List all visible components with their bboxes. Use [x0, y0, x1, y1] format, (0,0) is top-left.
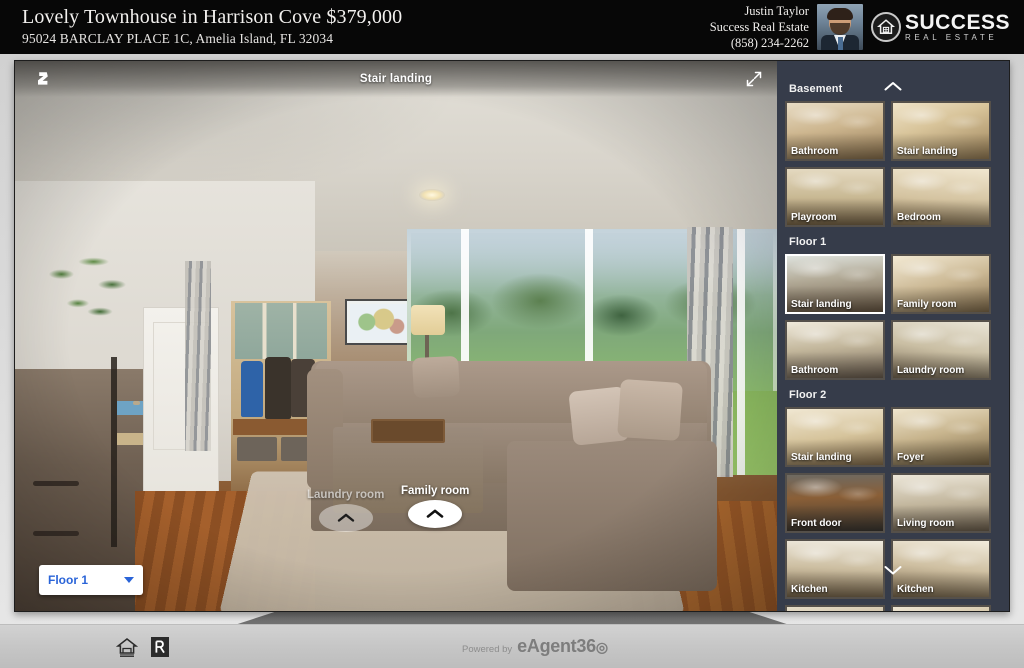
footer-compliance-icons	[115, 636, 170, 658]
scene-thumbnail-label: Laundry room	[897, 365, 965, 376]
agent-company: Success Real Estate	[709, 20, 809, 34]
sidebar-scroll-area[interactable]: Basement Bathroom Stair landing Playroom Bed…	[785, 61, 1001, 611]
chevron-up-arrow-icon	[426, 509, 444, 518]
powered-by-label: Powered by	[462, 644, 513, 655]
chevron-up-arrow-icon	[337, 513, 354, 522]
app-root: Lovely Townhouse in Harrison Cove $379,0…	[0, 0, 1024, 668]
eagent-brand-text: eAgent36	[517, 636, 596, 656]
scene-thumbnail[interactable]: Bedroom	[891, 167, 991, 227]
hotspot-marker	[318, 504, 373, 532]
property-info: Lovely Townhouse in Harrison Cove $379,0…	[22, 4, 402, 48]
agent-phone[interactable]: (858) 234-2262	[710, 35, 809, 51]
scene-thumbnail-label: Kitchen	[791, 584, 828, 595]
agent-contact: Justin Taylor Success Real Estate (858) …	[710, 3, 809, 51]
scene-thumbnail[interactable]: Foyer	[891, 407, 991, 467]
scene-thumbnail[interactable]	[891, 605, 991, 611]
scene-thumbnail-label: Stair landing	[897, 146, 958, 157]
floor-selector-value: Floor 1	[48, 573, 89, 587]
property-header: Lovely Townhouse in Harrison Cove $379,0…	[0, 0, 1024, 54]
scene-thumbnail-image	[893, 607, 989, 611]
eagent-brand: eAgent36◎	[517, 636, 608, 657]
panorama-viewport[interactable]: Stair landing Laundry room Family room F…	[15, 61, 777, 611]
realtor-logo-icon	[150, 636, 170, 658]
scene-thumbnail[interactable]: Bathroom	[785, 101, 885, 161]
hotspot-laundry-room[interactable]: Laundry room	[307, 489, 384, 532]
agent-branding: Justin Taylor Success Real Estate (858) …	[710, 0, 1018, 54]
powered-by-branding: Powered by eAgent36◎	[462, 636, 608, 657]
scene-thumbnail[interactable]: Family room	[891, 254, 991, 314]
avatar	[816, 4, 863, 50]
scene-thumbnail[interactable]: Stair landing	[785, 254, 885, 314]
scene-title: Stair landing	[359, 73, 433, 85]
hotspot-family-room[interactable]: Family room	[401, 485, 469, 528]
page-title: Lovely Townhouse in Harrison Cove $379,0…	[22, 6, 403, 28]
sidebar-group-title: Floor 1	[789, 236, 827, 248]
scene-thumbnail-label: Kitchen	[897, 584, 934, 595]
scene-thumbnail-label: Bathroom	[791, 365, 839, 376]
scene-sidebar[interactable]: Basement Bathroom Stair landing Playroom Bed…	[777, 61, 1009, 611]
scene-thumbnail-label: Playroom	[791, 212, 837, 223]
sidebar-group-title: Floor 2	[789, 389, 827, 401]
hotspot-label: Family room	[401, 485, 470, 497]
thumbnail-highlight	[893, 607, 989, 611]
scene-thumbnail[interactable]: Bathroom	[785, 320, 885, 380]
property-address: 95024 BARCLAY PLACE 1C, Amelia Island, F…	[22, 31, 334, 46]
sidebar-thumb-grid: Bathroom Stair landing Playroom Bedroom	[785, 101, 1001, 227]
chevron-down-icon	[884, 566, 902, 575]
chevron-up-icon	[884, 82, 902, 91]
scene-thumbnail-label: Bathroom	[791, 146, 839, 157]
brand-name: SUCCESS	[904, 11, 1010, 34]
scene-thumbnail[interactable]: Living room	[891, 473, 991, 533]
scene-thumbnail[interactable]: Stair landing	[785, 407, 885, 467]
sidebar-scroll-up-button[interactable]	[777, 75, 1009, 97]
page-footer: Powered by eAgent36◎	[0, 624, 1024, 668]
scene-thumbnail[interactable]: Playroom	[785, 167, 885, 227]
viewer-top-bar: Stair landing	[15, 61, 777, 97]
scene-thumbnail[interactable]: Stair landing	[891, 101, 991, 161]
house-in-circle-icon	[870, 12, 901, 42]
floor-selector-dropdown[interactable]: Floor 1	[39, 565, 143, 595]
brand-tagline: REAL ESTATE	[904, 33, 998, 42]
chevron-down-icon	[124, 577, 134, 583]
agent-name: Justin Taylor	[744, 4, 809, 18]
hotspot-marker	[408, 500, 463, 528]
sidebar-thumb-grid: Stair landing Family room Bathroom Laundry …	[785, 254, 1001, 380]
scene-thumbnail-label: Stair landing	[791, 452, 852, 463]
eagent-ring-icon: ◎	[595, 639, 608, 655]
sidebar-scroll-down-button[interactable]	[777, 559, 1009, 581]
panorama-image	[15, 61, 777, 611]
scene-thumbnail-label: Bedroom	[897, 212, 941, 223]
scene-thumbnail-label: Foyer	[897, 452, 925, 463]
equal-housing-opportunity-icon	[115, 636, 139, 658]
scene-thumbnail-label: Family room	[897, 299, 957, 310]
scene-thumbnail[interactable]: Front door	[785, 473, 885, 533]
thumbnail-highlight	[787, 607, 883, 611]
hotspot-label: Laundry room	[307, 489, 385, 501]
scene-thumbnail[interactable]	[785, 605, 885, 611]
scene-thumbnail-label: Front door	[791, 518, 842, 529]
stairs-house-icon[interactable]	[31, 67, 55, 91]
brand-logo[interactable]: SUCCESS REAL ESTATE	[870, 11, 1018, 42]
scene-thumbnail[interactable]: Laundry room	[891, 320, 991, 380]
expand-fullscreen-icon[interactable]	[745, 70, 763, 88]
scene-thumbnail-label: Stair landing	[791, 299, 852, 310]
tour-viewer-frame: Stair landing Laundry room Family room F…	[14, 60, 1010, 612]
scene-thumbnail-label: Living room	[897, 518, 955, 529]
scene-thumbnail-image	[787, 607, 883, 611]
